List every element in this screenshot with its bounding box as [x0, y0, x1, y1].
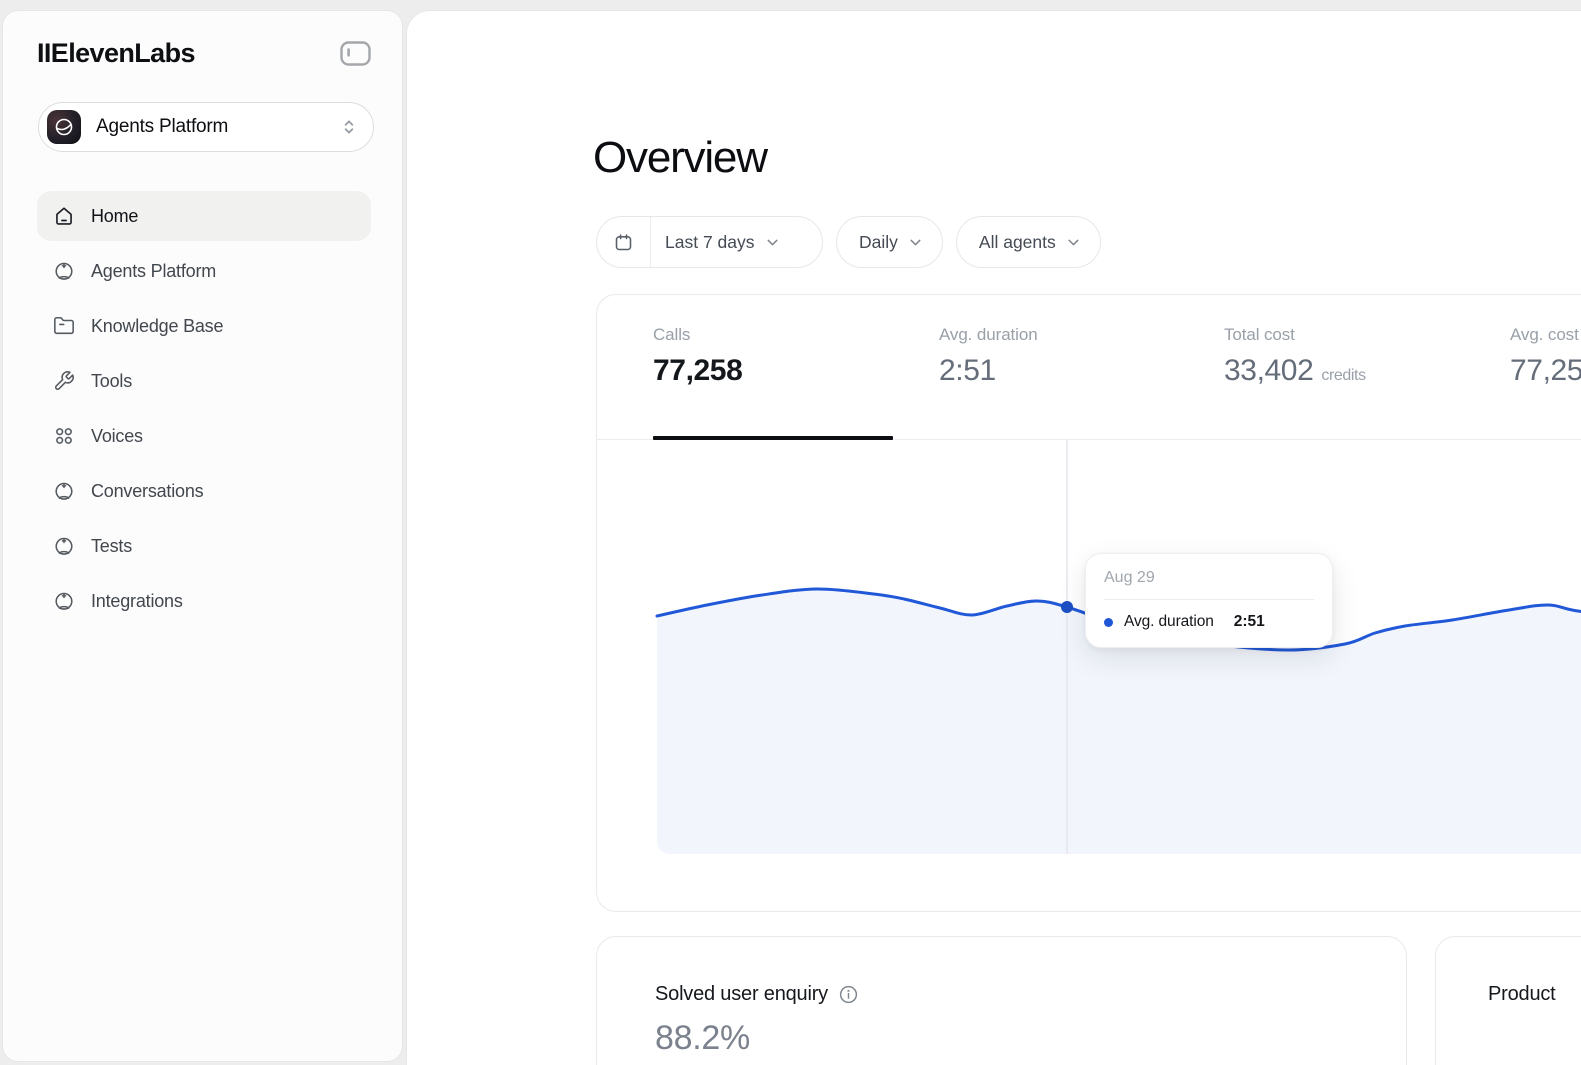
sidebar-item-knowledge-base[interactable]: Knowledge Base [37, 301, 371, 351]
calendar-icon [597, 217, 651, 267]
voices-grid-icon [53, 425, 75, 447]
sidebar: IIElevenLabs Agents Platform Home [2, 10, 403, 1062]
sidebar-nav: Home Agents Platform Knowledge Base Tool… [37, 191, 371, 626]
agent-icon [53, 535, 75, 557]
sidebar-item-agents-platform[interactable]: Agents Platform [37, 246, 371, 296]
sidebar-item-label: Home [91, 206, 138, 227]
sidebar-item-voices[interactable]: Voices [37, 411, 371, 461]
granularity-filter[interactable]: Daily [836, 216, 943, 268]
tooltip-date: Aug 29 [1104, 569, 1314, 587]
credits-suffix: credits [1321, 367, 1365, 384]
kpi-value: 88.2% [655, 1019, 1406, 1058]
info-icon[interactable] [838, 984, 859, 1005]
date-range-filter[interactable]: Last 7 days [596, 216, 823, 268]
sidebar-item-label: Integrations [91, 591, 183, 612]
tooltip-divider [1104, 599, 1314, 600]
series-dot-icon [1104, 618, 1113, 627]
chevron-down-icon [1065, 234, 1082, 251]
tooltip-value: 2:51 [1234, 613, 1265, 631]
chart-tooltip: Aug 29 Avg. duration 2:51 [1085, 553, 1333, 648]
main-panel: Overview Last 7 days Daily All agents Ca… [406, 10, 1581, 1065]
folder-icon [53, 315, 75, 337]
wrench-icon [53, 370, 75, 392]
hover-data-point [1061, 601, 1073, 613]
workspace-selector[interactable]: Agents Platform [38, 102, 374, 152]
filters-row: Last 7 days Daily All agents [596, 216, 1101, 268]
sidebar-item-label: Conversations [91, 481, 203, 502]
sidebar-item-label: Agents Platform [91, 261, 216, 282]
agent-icon [53, 590, 75, 612]
home-icon [53, 205, 75, 227]
kpi-title: Product [1488, 983, 1556, 1006]
kpi-card-solved-enquiry: Solved user enquiry 88.2% [596, 936, 1407, 1065]
kpi-card-product: Product [1435, 936, 1581, 1065]
elevenlabs-logo: IIElevenLabs [37, 38, 195, 69]
kpi-title: Solved user enquiry [655, 983, 828, 1006]
unfold-chevrons-icon [339, 117, 359, 137]
stat-tab-total-cost[interactable]: Total cost 33,402credits [1224, 325, 1366, 388]
sidebar-item-label: Knowledge Base [91, 316, 223, 337]
stat-tab-avg-cost[interactable]: Avg. cost 77,25 [1510, 325, 1581, 388]
granularity-label: Daily [859, 232, 898, 253]
stat-tab-calls[interactable]: Calls 77,258 [653, 325, 742, 388]
area-chart[interactable] [597, 440, 1581, 854]
sidebar-item-home[interactable]: Home [37, 191, 371, 241]
tooltip-series: Avg. duration [1124, 613, 1214, 631]
active-tab-underline [653, 436, 893, 440]
sidebar-collapse-icon[interactable] [340, 41, 371, 66]
agent-icon [53, 260, 75, 282]
sidebar-item-tools[interactable]: Tools [37, 356, 371, 406]
date-range-label: Last 7 days [665, 232, 755, 253]
stat-tab-avg-duration[interactable]: Avg. duration 2:51 [939, 325, 1038, 388]
sidebar-item-tests[interactable]: Tests [37, 521, 371, 571]
overview-chart-card: Calls 77,258 Avg. duration 2:51 Total co… [596, 294, 1581, 912]
chevron-down-icon [764, 234, 781, 251]
stats-tabs: Calls 77,258 Avg. duration 2:51 Total co… [597, 295, 1581, 440]
agent-icon [53, 480, 75, 502]
sidebar-item-label: Tools [91, 371, 132, 392]
sidebar-item-label: Tests [91, 536, 132, 557]
sidebar-item-label: Voices [91, 426, 143, 447]
agents-platform-logo-icon [47, 110, 81, 144]
sidebar-item-integrations[interactable]: Integrations [37, 576, 371, 626]
page-title: Overview [593, 133, 767, 183]
agents-filter[interactable]: All agents [956, 216, 1101, 268]
workspace-label: Agents Platform [96, 116, 339, 138]
sidebar-header: IIElevenLabs [37, 35, 371, 71]
chevron-down-icon [907, 234, 924, 251]
sidebar-item-conversations[interactable]: Conversations [37, 466, 371, 516]
agents-filter-label: All agents [979, 232, 1056, 253]
